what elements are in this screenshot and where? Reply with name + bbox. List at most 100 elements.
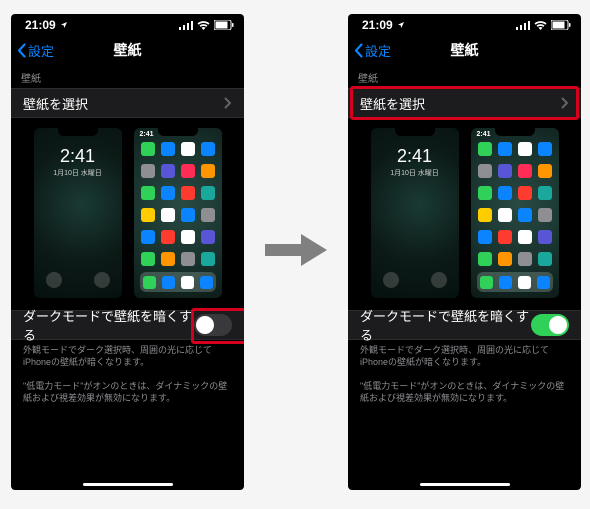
chevron-right-icon <box>224 97 232 109</box>
dark-dim-toggle-row: ダークモードで壁紙を暗くする <box>11 310 244 340</box>
status-bar: 21:09 <box>348 14 581 36</box>
app-icon <box>478 252 492 266</box>
status-time: 21:09 <box>25 18 56 32</box>
dark-dim-label: ダークモードで壁紙を暗くする <box>23 306 194 344</box>
chevron-right-icon <box>561 97 569 109</box>
app-icon <box>181 230 195 244</box>
home-icon-grid <box>477 142 553 270</box>
home-indicator[interactable] <box>420 483 510 486</box>
arrow-right-icon <box>261 230 331 270</box>
nav-bar: 設定 壁紙 <box>348 36 581 64</box>
dark-dim-toggle-row: ダークモードで壁紙を暗くする <box>348 310 581 340</box>
wifi-icon <box>197 21 210 30</box>
app-icon <box>478 208 492 222</box>
app-icon <box>141 230 155 244</box>
location-icon <box>60 21 68 29</box>
wallpaper-previews: 2:41 1月10日 水曜日 2:41 <box>11 118 244 310</box>
home-dock <box>477 272 553 292</box>
app-icon <box>498 142 512 156</box>
lockscreen-preview[interactable]: 2:41 1月10日 水曜日 <box>371 128 459 298</box>
app-icon <box>518 164 532 178</box>
app-icon <box>161 230 175 244</box>
app-icon <box>478 164 492 178</box>
nav-title: 壁紙 <box>114 40 142 60</box>
app-icon <box>201 142 215 156</box>
dock-app-icon <box>200 276 213 289</box>
app-icon <box>538 208 552 222</box>
comparison-stage: { "status": { "time": "21:09", "location… <box>0 0 590 509</box>
lock-date: 1月10日 水曜日 <box>371 168 459 178</box>
app-icon <box>141 208 155 222</box>
home-icon-grid <box>140 142 216 270</box>
homescreen-preview[interactable]: 2:41 <box>134 128 222 298</box>
app-icon <box>181 252 195 266</box>
app-icon <box>518 252 532 266</box>
signal-icon <box>516 21 530 30</box>
app-icon <box>201 186 215 200</box>
app-icon <box>478 186 492 200</box>
app-icon <box>538 186 552 200</box>
dock-app-icon <box>143 276 156 289</box>
footnote-dim: 外観モードでダーク選択時、周囲の光に応じてiPhoneの壁紙が暗くなります。 <box>11 340 244 376</box>
footnote-dim: 外観モードでダーク選択時、周囲の光に応じてiPhoneの壁紙が暗くなります。 <box>348 340 581 376</box>
dark-dim-label: ダークモードで壁紙を暗くする <box>360 306 531 344</box>
app-icon <box>498 252 512 266</box>
dock-app-icon <box>480 276 493 289</box>
select-wallpaper-row[interactable]: 壁紙を選択 <box>348 88 581 118</box>
homescreen-preview[interactable]: 2:41 <box>471 128 559 298</box>
nav-bar: 設定 壁紙 <box>11 36 244 64</box>
torch-icon <box>383 272 399 288</box>
camera-icon <box>431 272 447 288</box>
phone-screenshot-after: 21:09 設定 壁紙 壁紙 壁紙を選択 2:41 1月10日 水曜日 <box>348 14 581 490</box>
home-indicator[interactable] <box>83 483 173 486</box>
select-wallpaper-row[interactable]: 壁紙を選択 <box>11 88 244 118</box>
wifi-icon <box>534 21 547 30</box>
app-icon <box>498 186 512 200</box>
app-icon <box>538 142 552 156</box>
battery-icon <box>214 20 234 30</box>
app-icon <box>518 186 532 200</box>
app-icon <box>141 252 155 266</box>
app-icon <box>181 186 195 200</box>
app-icon <box>518 230 532 244</box>
footnote-lowpower: "低電力モード"がオンのときは、ダイナミックの壁紙および視差効果が無効になります… <box>348 376 581 412</box>
dark-dim-toggle[interactable] <box>194 314 232 336</box>
back-label: 設定 <box>365 41 391 60</box>
dock-app-icon <box>162 276 175 289</box>
app-icon <box>201 230 215 244</box>
app-icon <box>201 208 215 222</box>
home-preview-time: 2:41 <box>140 131 154 138</box>
torch-icon <box>46 272 62 288</box>
app-icon <box>161 142 175 156</box>
app-icon <box>161 208 175 222</box>
phone-screenshot-before: 21:09 設定 壁紙 壁紙 壁紙を選択 2:41 1月10日 水曜日 <box>11 14 244 490</box>
app-icon <box>498 164 512 178</box>
lockscreen-preview[interactable]: 2:41 1月10日 水曜日 <box>34 128 122 298</box>
dark-dim-toggle[interactable] <box>531 314 569 336</box>
app-icon <box>498 208 512 222</box>
wallpaper-previews: 2:41 1月10日 水曜日 2:41 <box>348 118 581 310</box>
dock-app-icon <box>537 276 550 289</box>
app-icon <box>518 208 532 222</box>
select-wallpaper-label: 壁紙を選択 <box>360 94 425 113</box>
battery-icon <box>551 20 571 30</box>
lock-time: 2:41 <box>34 146 122 167</box>
app-icon <box>538 230 552 244</box>
app-icon <box>141 142 155 156</box>
app-icon <box>181 142 195 156</box>
app-icon <box>141 186 155 200</box>
app-icon <box>161 186 175 200</box>
back-button[interactable]: 設定 <box>354 36 391 64</box>
section-header: 壁紙 <box>348 64 581 88</box>
footnote-lowpower: "低電力モード"がオンのときは、ダイナミックの壁紙および視差効果が無効になります… <box>11 376 244 412</box>
app-icon <box>498 230 512 244</box>
app-icon <box>161 164 175 178</box>
back-button[interactable]: 設定 <box>17 36 54 64</box>
signal-icon <box>179 21 193 30</box>
app-icon <box>181 208 195 222</box>
back-label: 設定 <box>28 41 54 60</box>
lock-time: 2:41 <box>371 146 459 167</box>
select-wallpaper-label: 壁紙を選択 <box>23 94 88 113</box>
home-dock <box>140 272 216 292</box>
app-icon <box>478 230 492 244</box>
